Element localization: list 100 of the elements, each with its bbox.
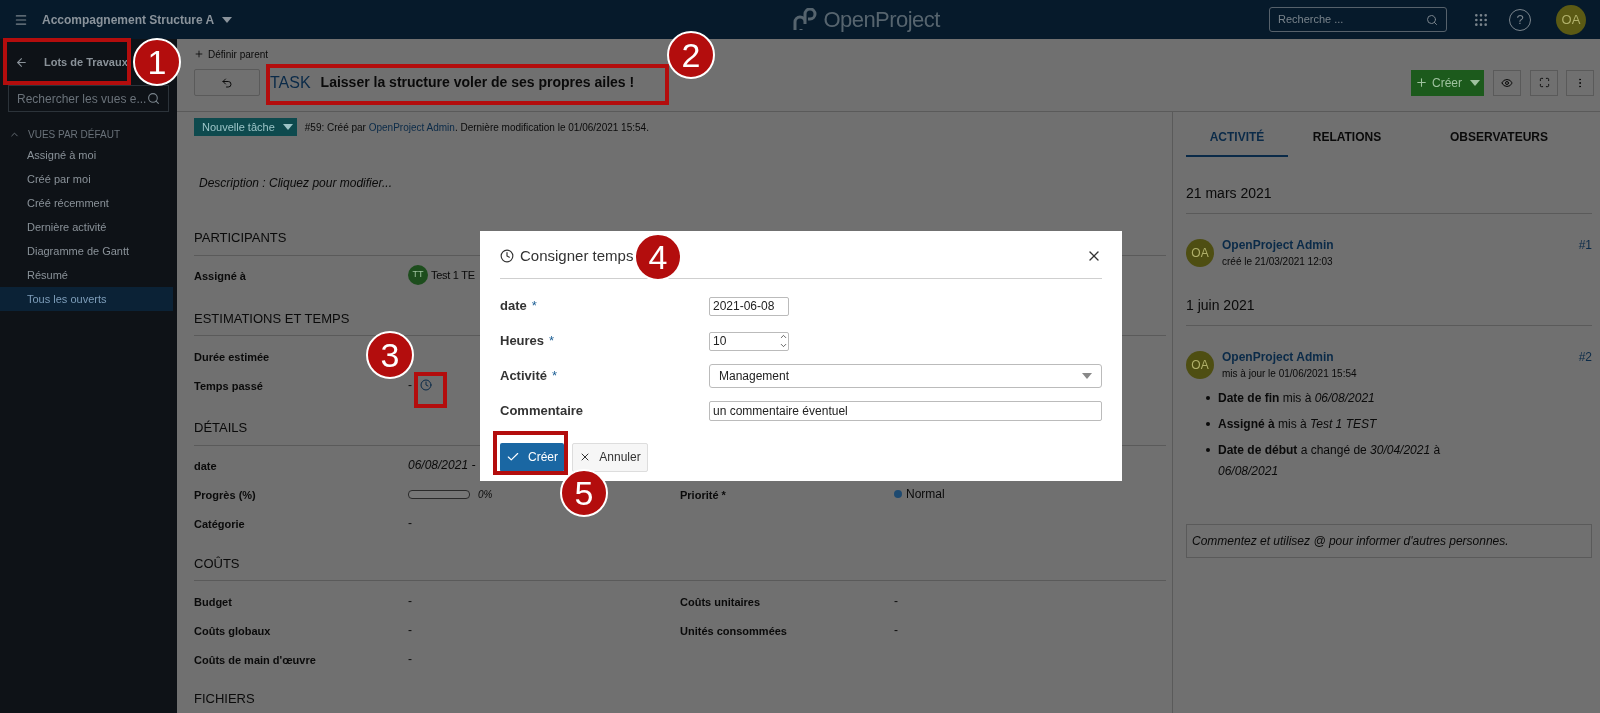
entry-number-link[interactable]: #1 [1578, 236, 1592, 254]
plus-icon [1415, 76, 1428, 89]
field-label: Temps passé [194, 379, 263, 392]
field-value: - [894, 621, 898, 639]
change-text: Date de fin mis à 06/08/2021 [1218, 390, 1376, 407]
field-value: 06/08/2021 - [408, 457, 476, 474]
sidebar-item[interactable]: Assigné à moi [0, 143, 173, 167]
author-link[interactable]: OpenProject Admin [1222, 348, 1571, 366]
create-button[interactable]: Créer [1411, 69, 1484, 96]
sidebar-item[interactable]: Tous les ouverts [0, 287, 173, 311]
project-selector[interactable]: Accompagnement Structure A [42, 10, 233, 29]
field-label: Unités consommées [680, 624, 787, 637]
clock-icon [500, 249, 514, 264]
field-value: Normal [906, 486, 945, 503]
caret-icon [1082, 373, 1092, 379]
logo-icon [791, 7, 818, 32]
cancel-button[interactable]: Annuler [572, 442, 648, 472]
user-avatar: OA [1186, 238, 1214, 267]
spin-down-icon[interactable] [779, 341, 788, 350]
day-heading: 21 mars 2021 [1186, 183, 1592, 214]
activity-select[interactable]: Management [709, 364, 1102, 388]
field-label: Durée estimée [194, 350, 270, 363]
search-field[interactable]: Recherche ... [1269, 7, 1447, 32]
field-value: - [408, 376, 412, 394]
day-heading: 1 juin 2021 [1186, 295, 1592, 326]
back-arrow-icon [221, 76, 233, 89]
sidebar-item[interactable]: Créé par moi [0, 167, 173, 191]
field-label: Catégorie [194, 518, 245, 530]
field-label: Commentaire [500, 402, 584, 421]
user-avatar: TT [408, 265, 428, 285]
field-label: Coûts de main d'œuvre [194, 653, 316, 666]
search-icon[interactable] [1426, 13, 1438, 26]
field-value: - [894, 592, 898, 610]
step-marker: 2 [667, 31, 715, 79]
entry-number-link[interactable]: #2 [1578, 348, 1592, 366]
fullscreen-button[interactable] [1530, 69, 1558, 96]
sidebar-item[interactable]: Résumé [0, 263, 173, 287]
meta-text: #59: Créé par OpenProject Admin. Dernière modification le 01/06/2021 15:54. [304, 120, 649, 135]
bullet-icon [1206, 448, 1210, 452]
sidebar-item[interactable]: Créé récemment [0, 191, 173, 215]
description-text[interactable]: Description : Cliquez pour modifier... [199, 174, 1168, 192]
logo-text: OpenProject [823, 6, 940, 34]
back-arrow-icon[interactable] [15, 55, 28, 69]
date-input[interactable]: 2021-06-08 [709, 296, 789, 316]
type-label: TASK [270, 72, 311, 93]
sidebar-item[interactable]: Diagramme de Gantt [0, 239, 173, 263]
caret-icon [282, 124, 293, 130]
caret-icon [1470, 79, 1480, 86]
panel-tab[interactable]: OBSERVATEURS [1406, 119, 1592, 157]
field-value: Test 1 TE [431, 267, 475, 283]
required-mark: * [551, 367, 558, 386]
entry-meta: créé le 21/03/2021 12:03 [1222, 255, 1334, 269]
field-label: Coûts globaux [194, 624, 271, 637]
sidebar-item[interactable]: Dernière activité [0, 215, 173, 239]
panel-tab[interactable]: RELATIONS [1288, 119, 1406, 157]
author-link[interactable]: OpenProject Admin [368, 121, 455, 133]
status-button[interactable]: Nouvelle tâche [194, 118, 297, 136]
field-value: - [408, 515, 412, 532]
field-label: Budget [194, 595, 232, 608]
field-label: Activité [500, 367, 547, 386]
field-value: - [408, 592, 412, 610]
field-label: Progrès (%) [194, 489, 256, 501]
set-parent-link[interactable]: Définir parent [208, 46, 269, 62]
field-value: - [408, 650, 412, 668]
clock-icon[interactable] [420, 378, 432, 391]
work-package-title: Laisser la structure voler de ses propres ailes ! [320, 73, 635, 92]
author-link[interactable]: OpenProject Admin [1222, 236, 1571, 254]
apps-grid-icon[interactable] [1473, 11, 1489, 28]
caret-icon [222, 16, 233, 23]
section-heading: FICHIERS [194, 689, 1166, 713]
user-avatar: OA [1186, 350, 1214, 379]
change-text: Assigné à mis à Test 1 TEST [1218, 416, 1378, 433]
comment-field[interactable]: Commentez et utilisez @ pour informer d'autres personnes. [1186, 524, 1592, 558]
bullet-icon [1206, 396, 1210, 400]
progress-reading: 0% [478, 487, 493, 502]
eye-icon [1501, 76, 1513, 89]
views-search-field[interactable]: Rechercher les vues e... [8, 85, 169, 112]
field-label: Coûts unitaires [680, 595, 761, 608]
hours-input[interactable]: 10 [709, 331, 789, 351]
comment-input[interactable]: un commentaire éventuel [709, 401, 1102, 421]
field-label: date [194, 460, 217, 472]
create-button[interactable]: Créer [500, 442, 564, 472]
spin-up-icon[interactable] [779, 332, 788, 341]
check-icon [506, 450, 520, 464]
field-label: Priorité * [680, 489, 726, 501]
search-icon[interactable] [147, 92, 160, 105]
sidebar-title: Lots de Travaux [44, 54, 128, 70]
field-label: Assigné à [194, 270, 246, 282]
highlight-frame [414, 372, 447, 408]
field-value: - [408, 621, 412, 639]
group-heading: VUES PAR DÉFAUT [28, 127, 121, 142]
watch-button[interactable] [1493, 69, 1521, 96]
change-text: Date de début a changé de 30/04/2021 à 06/08/2021 [1218, 442, 1442, 480]
section-heading: COÛTS [194, 553, 1166, 581]
menu-icon[interactable] [14, 12, 28, 27]
panel-tab[interactable]: ACTIVITÉ [1186, 119, 1288, 157]
plus-icon[interactable] [194, 49, 204, 59]
user-avatar[interactable]: OA [1556, 4, 1586, 35]
fullscreen-icon [1538, 77, 1550, 88]
step-marker: 5 [560, 469, 608, 517]
